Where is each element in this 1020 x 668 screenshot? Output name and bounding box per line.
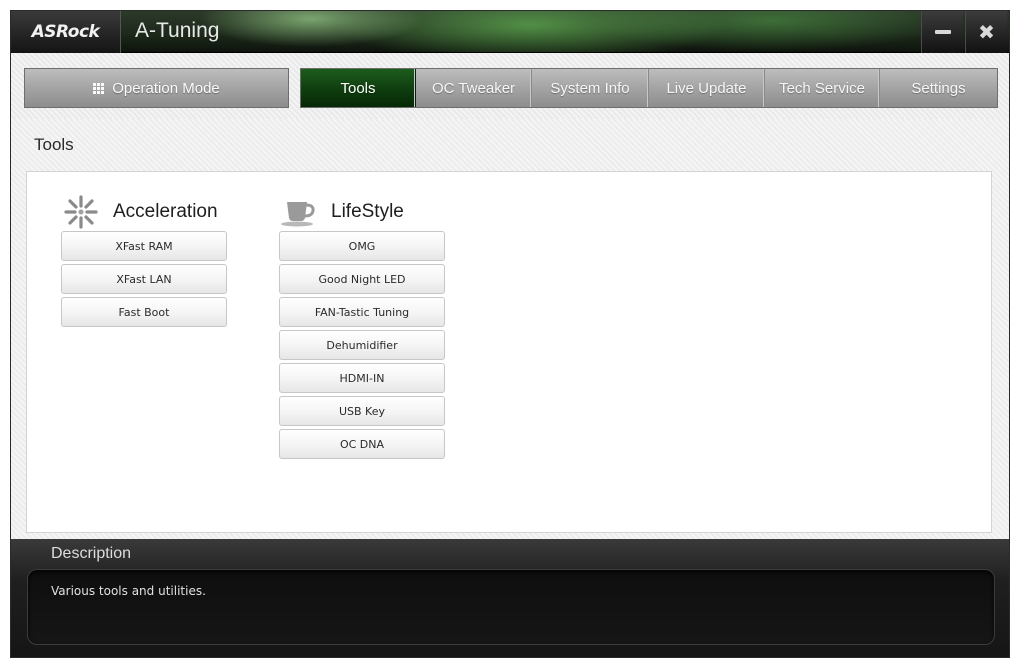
content-area: Tools Acceleration XFast RAM XFast LAN F…: [11, 119, 1009, 539]
tab-oc-tweaker[interactable]: OC Tweaker: [416, 69, 532, 107]
description-box: Various tools and utilities.: [27, 569, 995, 645]
tab-settings[interactable]: Settings: [880, 69, 997, 107]
description-text: Various tools and utilities.: [51, 584, 206, 598]
navigation-bar: Operation Mode Tools OC Tweaker System I…: [11, 53, 1009, 119]
omg-button[interactable]: OMG: [279, 231, 445, 261]
minimize-button[interactable]: [921, 11, 963, 53]
usb-key-button[interactable]: USB Key: [279, 396, 445, 426]
description-section: Description Various tools and utilities.: [11, 539, 1009, 657]
tab-live-update[interactable]: Live Update: [649, 69, 765, 107]
close-button[interactable]: ✖: [965, 11, 1007, 53]
coffee-cup-icon: [279, 192, 319, 232]
acceleration-header: Acceleration: [61, 192, 261, 232]
operation-mode-label: Operation Mode: [112, 79, 220, 97]
hdmi-in-button[interactable]: HDMI-IN: [279, 363, 445, 393]
fan-tastic-tuning-button[interactable]: FAN-Tastic Tuning: [279, 297, 445, 327]
title-bar: ASRock A-Tuning ✖: [11, 11, 1009, 53]
tab-tools[interactable]: Tools: [301, 69, 416, 107]
lifestyle-label: LifeStyle: [331, 201, 404, 222]
minimize-icon: [934, 30, 951, 34]
asrock-logo-box: ASRock: [11, 11, 121, 53]
a-tuning-window: ASRock A-Tuning ✖ Operation Mode Tools O…: [10, 10, 1010, 658]
close-icon: ✖: [978, 20, 995, 44]
description-title: Description: [51, 545, 132, 562]
oc-dna-button[interactable]: OC DNA: [279, 429, 445, 459]
acceleration-label: Acceleration: [113, 201, 218, 222]
xfast-lan-button[interactable]: XFast LAN: [61, 264, 227, 294]
asrock-logo: ASRock: [31, 22, 100, 42]
operation-mode-button[interactable]: Operation Mode: [24, 68, 289, 108]
burst-icon: [61, 192, 101, 232]
dehumidifier-button[interactable]: Dehumidifier: [279, 330, 445, 360]
good-night-led-button[interactable]: Good Night LED: [279, 264, 445, 294]
fast-boot-button[interactable]: Fast Boot: [61, 297, 227, 327]
tab-system-info[interactable]: System Info: [532, 69, 649, 107]
app-title: A-Tuning: [135, 19, 220, 42]
tab-tech-service[interactable]: Tech Service: [765, 69, 880, 107]
xfast-ram-button[interactable]: XFast RAM: [61, 231, 227, 261]
grid-icon: [93, 82, 105, 94]
main-tabs: Tools OC Tweaker System Info Live Update…: [300, 68, 998, 108]
page-title: Tools: [34, 135, 74, 154]
lifestyle-header: LifeStyle: [279, 192, 479, 232]
tools-panel: Acceleration XFast RAM XFast LAN Fast Bo…: [26, 171, 992, 533]
